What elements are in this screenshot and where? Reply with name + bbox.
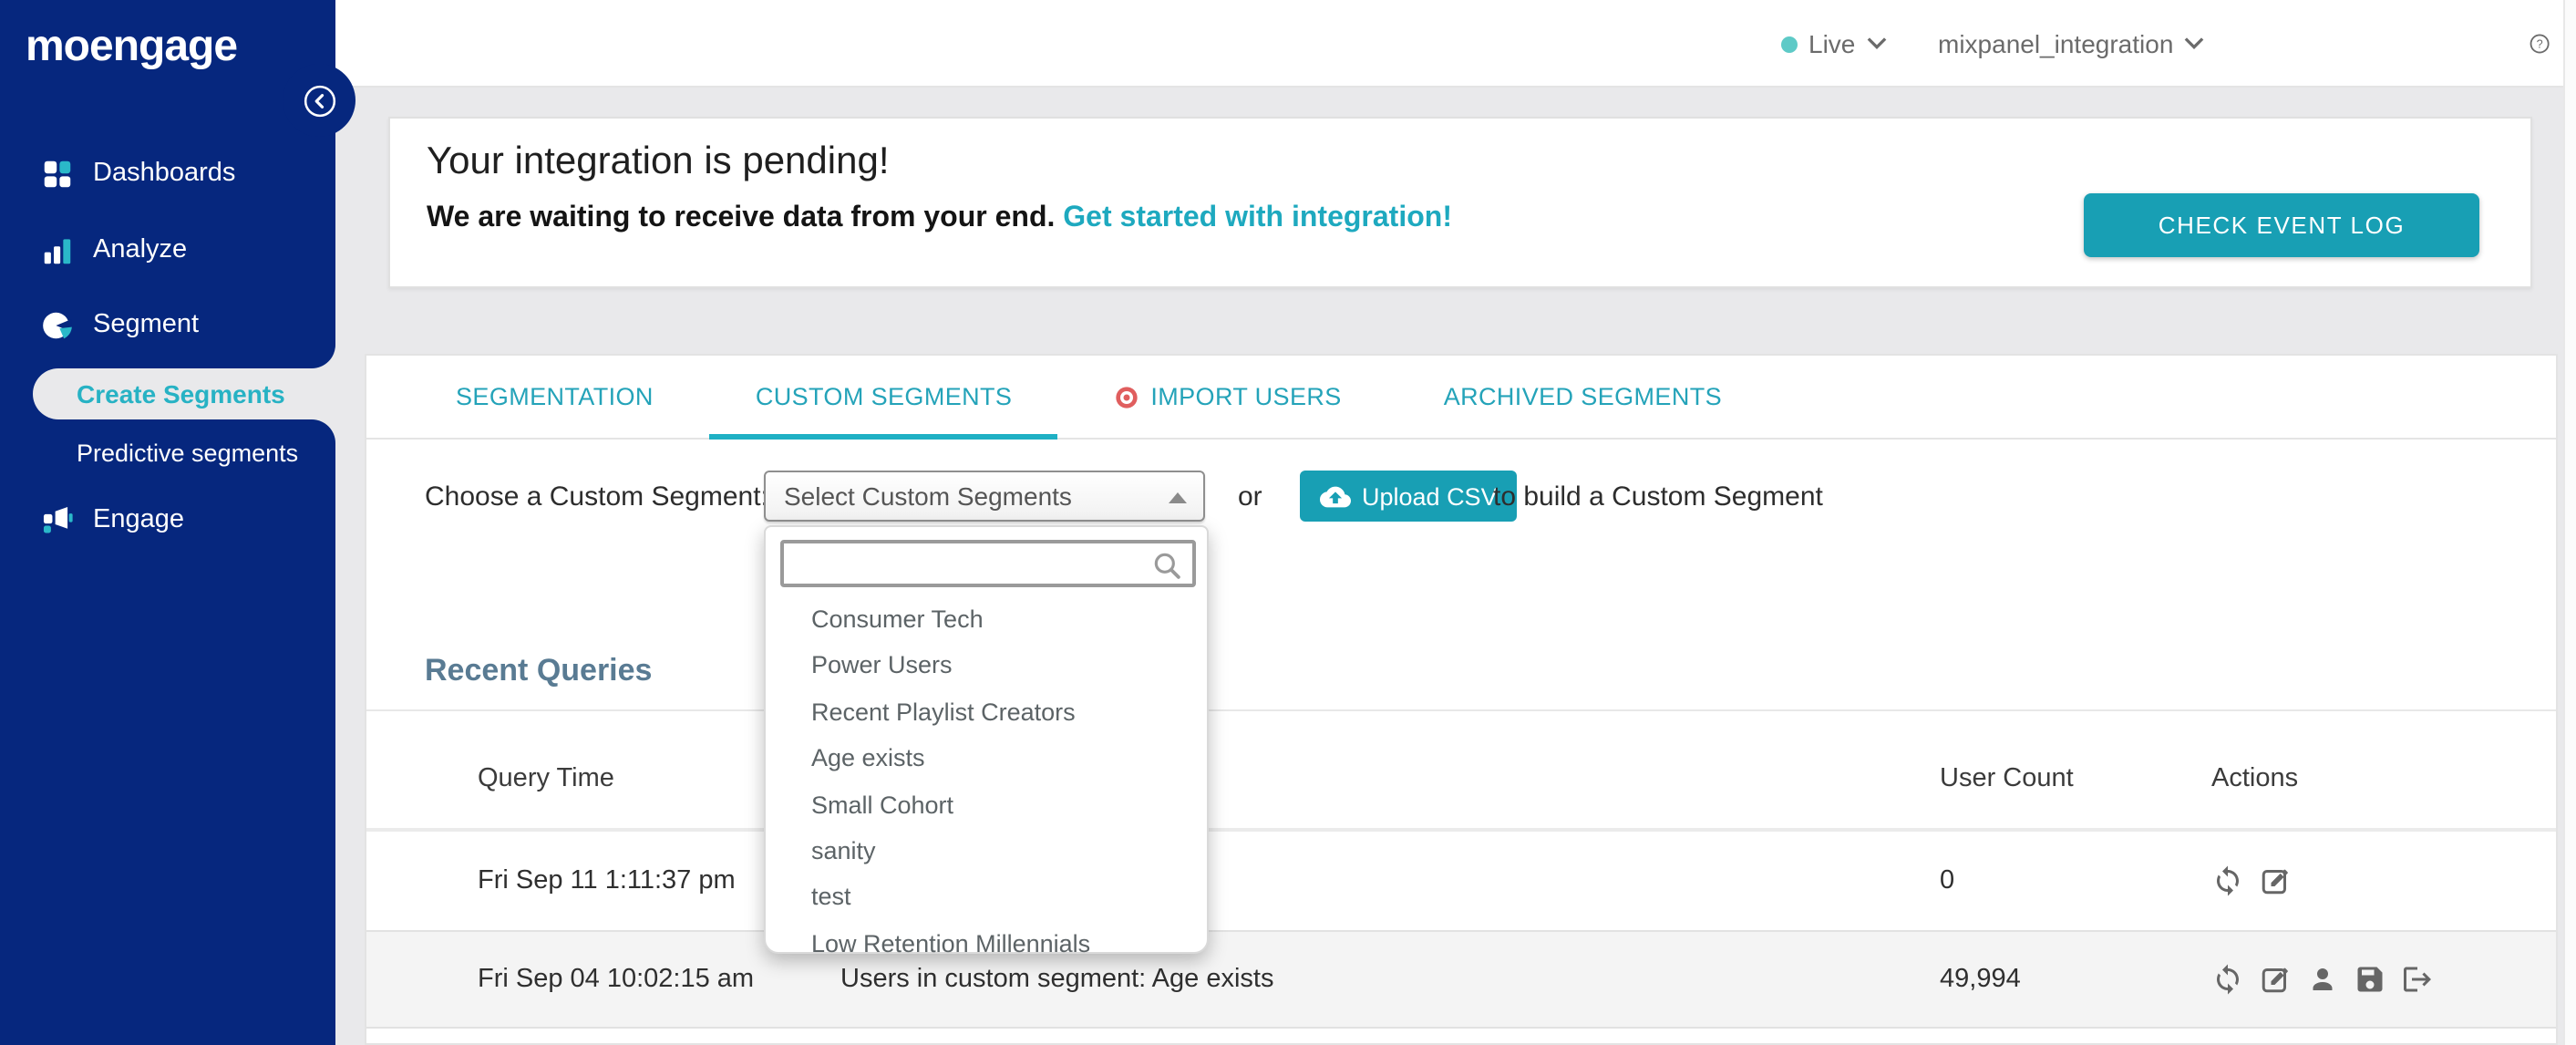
dropdown-option[interactable]: test (766, 874, 1207, 921)
sidebar-item-segment[interactable]: Segment (0, 297, 335, 352)
environment-selector[interactable]: Live (1781, 0, 1886, 88)
query-time-cell: Fri Sep 04 10:02:15 am (478, 965, 755, 994)
build-segment-label: to build a Custom Segment (1493, 481, 1823, 512)
divider (366, 709, 2556, 711)
dropdown-option[interactable]: Small Cohort (766, 781, 1207, 828)
environment-label: Live (1808, 29, 1856, 58)
segments-card: SEGMENTATION CUSTOM SEGMENTS IMPORT USER… (365, 354, 2558, 1045)
chevron-left-circle-icon (304, 85, 336, 118)
get-started-link[interactable]: Get started with integration! (1063, 202, 1452, 233)
scrollbar-track (2563, 0, 2576, 1045)
user-count-cell: 49,994 (1940, 965, 2021, 994)
edit-icon[interactable] (2259, 864, 2292, 897)
user-icon[interactable] (2306, 963, 2339, 996)
segment-tabs: SEGMENTATION CUSTOM SEGMENTS IMPORT USER… (366, 356, 2556, 440)
sidebar-item-create-segments[interactable]: Create Segments (33, 368, 335, 419)
search-icon (1154, 553, 1180, 579)
dropdown-option[interactable]: Power Users (766, 643, 1207, 689)
project-selector[interactable]: mixpanel_integration (1938, 0, 2204, 88)
column-header-actions: Actions (2211, 764, 2299, 793)
custom-segments-dropdown: Consumer Tech Power Users Recent Playlis… (764, 525, 1209, 957)
tab-archived-segments[interactable]: ARCHIVED SEGMENTS (1444, 355, 1722, 439)
collapse-sidebar-button[interactable] (303, 84, 337, 119)
upload-csv-label: Upload CSV (1362, 482, 1498, 510)
table-row: Fri Sep 11 1:11:37 pm 0 (366, 832, 2556, 932)
actions-cell (2211, 832, 2292, 930)
pill-fillet (312, 419, 335, 443)
dropdown-option[interactable]: Recent Playlist Creators (766, 689, 1207, 736)
tab-custom-segments[interactable]: CUSTOM SEGMENTS (709, 355, 1057, 439)
sidebar-item-engage[interactable]: Engage (0, 492, 335, 547)
svg-text:?: ? (2537, 38, 2543, 51)
refresh-icon[interactable] (2211, 864, 2244, 897)
save-icon[interactable] (2354, 963, 2386, 996)
cloud-upload-icon (1320, 485, 1351, 507)
topbar: Live mixpanel_integration ? Need help S (335, 0, 2576, 88)
sidebar: moengage Dashboards Analyze Segment Crea… (0, 0, 355, 1045)
actions-cell (2211, 932, 2434, 1027)
export-icon[interactable] (2401, 963, 2434, 996)
record-icon (1116, 386, 1139, 408)
edit-icon[interactable] (2259, 963, 2292, 996)
dropdown-options: Consumer Tech Power Users Recent Playlis… (766, 596, 1207, 967)
refresh-icon[interactable] (2211, 963, 2244, 996)
megaphone-icon (43, 505, 73, 533)
integration-pending-banner: Your integration is pending! We are wait… (388, 117, 2532, 288)
check-event-log-button[interactable]: CHECK EVENT LOG (2084, 193, 2479, 257)
custom-segment-select[interactable]: Select Custom Segments (764, 471, 1205, 522)
upload-csv-button[interactable]: Upload CSV (1300, 471, 1518, 522)
column-header-user-count: User Count (1940, 764, 2074, 793)
chevron-down-icon (1867, 37, 1886, 50)
choose-segment-label: Choose a Custom Segment: (425, 481, 768, 512)
chevron-down-icon (2185, 37, 2204, 50)
sidebar-item-predictive-segments[interactable]: Predictive segments (77, 440, 298, 467)
dropdown-option[interactable]: sanity (766, 828, 1207, 874)
tab-segmentation[interactable]: SEGMENTATION (456, 355, 654, 439)
question-circle-icon: ? (2530, 34, 2550, 54)
dropdown-option[interactable]: Consumer Tech (766, 596, 1207, 643)
project-label: mixpanel_integration (1938, 29, 2174, 58)
sidebar-item-analyze[interactable]: Analyze (0, 222, 335, 277)
chevron-up-icon (1169, 492, 1187, 503)
recent-queries-title: Recent Queries (425, 653, 653, 688)
pill-fillet (312, 345, 335, 368)
sidebar-item-dashboards[interactable]: Dashboards (0, 146, 335, 201)
table-row: Fri Sep 04 10:02:15 am Users in custom s… (366, 932, 2556, 1029)
dropdown-option[interactable]: Low Retention Millennials (766, 920, 1207, 967)
app-root: Live mixpanel_integration ? Need help S (0, 0, 2576, 1045)
or-label: or (1238, 481, 1262, 512)
dropdown-search (780, 540, 1196, 587)
banner-title: Your integration is pending! (427, 140, 890, 182)
bar-chart-icon (44, 238, 71, 264)
moengage-logo: moengage (26, 22, 238, 71)
search-input[interactable] (791, 543, 1149, 584)
column-header-query-time: Query Time (478, 764, 614, 793)
pie-chart-icon (43, 311, 72, 338)
banner-subtitle-text: We are waiting to receive data from your… (427, 202, 1056, 233)
query-time-cell: Fri Sep 11 1:11:37 pm (478, 866, 736, 895)
grid-icon (44, 160, 71, 187)
select-value: Select Custom Segments (784, 481, 1072, 511)
live-status-dot (1781, 36, 1798, 52)
user-count-cell: 0 (1940, 866, 1955, 895)
banner-subtitle: We are waiting to receive data from your… (427, 202, 1452, 235)
dropdown-option[interactable]: Age exists (766, 735, 1207, 781)
tab-import-users[interactable]: IMPORT USERS (1114, 355, 1341, 439)
